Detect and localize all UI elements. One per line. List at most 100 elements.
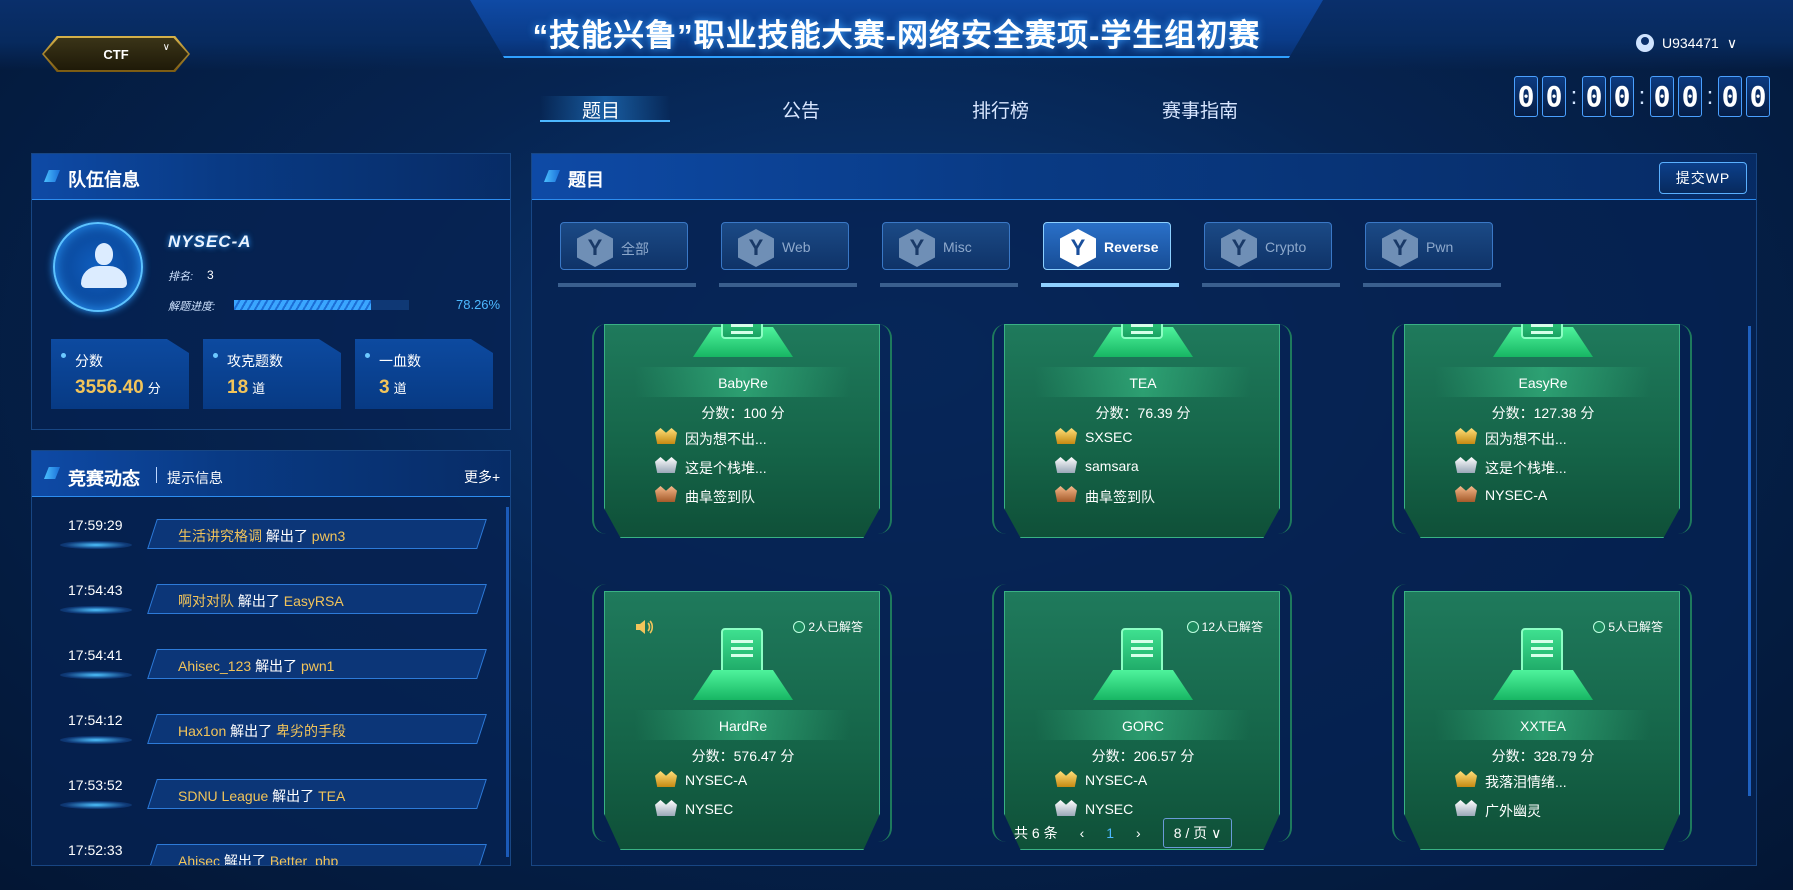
feed-time: 17:53:52	[68, 777, 123, 793]
challenge-score: 分数：206.57 分	[1091, 748, 1195, 764]
category-tab-全部[interactable]: Y 全部	[560, 222, 688, 270]
ctf-selector[interactable]: CTF ∨	[42, 36, 190, 72]
username: U934471	[1662, 35, 1719, 51]
challenge-card[interactable]: HardRe 分数：576.47 分 NYSEC-A NYSEC 2人已解答	[604, 591, 880, 850]
category-tab-pwn[interactable]: Y Pwn	[1365, 222, 1493, 270]
feed-challenge: TEA	[318, 788, 346, 804]
feed-text: SDNU League 解出了 TEA	[178, 786, 345, 806]
avatar-user-icon	[95, 243, 113, 265]
feed-text: Ahisec_123 解出了 pwn1	[178, 656, 334, 676]
challenge-name: GORC	[1122, 718, 1164, 734]
team-panel-header: 队伍信息	[32, 154, 510, 200]
stat-value: 18 道	[227, 377, 266, 398]
feed-verb: 解出了	[237, 593, 280, 609]
challenge-card[interactable]: TEA 分数：76.39 分 SXSEC samsara 曲阜签到队	[1004, 324, 1280, 538]
challenge-scrollbar[interactable]	[1748, 326, 1751, 796]
feed-item: 17:53:52 SDNU League 解出了 TEA	[32, 773, 510, 835]
feed-verb: 解出了	[223, 853, 266, 866]
team-panel-title: 队伍信息	[68, 170, 140, 190]
solver-row: 这是个栈堆...	[655, 457, 767, 478]
challenge-card[interactable]: XXTEA 分数：328.79 分我落泪情绪... 广外幽灵 5人已解答	[1404, 591, 1680, 850]
category-tab-label: Reverse	[1104, 239, 1159, 255]
feed-panel-header: 竞赛动态 提示信息 更多+	[32, 451, 510, 497]
silver-crown-icon	[1455, 457, 1477, 473]
tab-guide[interactable]: 赛事指南	[1162, 96, 1238, 123]
panel-header-icon	[44, 170, 60, 182]
challenge-card[interactable]: EasyRe 分数：127.38 分因为想不出... 这是个栈堆... NYSEC-A	[1404, 324, 1680, 538]
category-tab-underline	[880, 283, 1018, 287]
main-nav: 题目 公告 排行榜 赛事指南	[530, 96, 1270, 124]
challenge-name: TEA	[1129, 375, 1157, 391]
pagination-page-1[interactable]: 1	[1106, 825, 1114, 841]
chevron-down-icon: ∨	[1726, 34, 1738, 51]
feed-challenge: pwn1	[300, 658, 335, 674]
pedestal-icon	[1493, 670, 1593, 700]
stat-label: 一血数	[379, 353, 421, 369]
gold-crown-icon	[1055, 428, 1077, 444]
tab-announcements[interactable]: 公告	[782, 96, 820, 123]
pagination-next-button[interactable]: ›	[1136, 825, 1141, 841]
document-icon	[1521, 324, 1563, 339]
solved-icon	[793, 621, 806, 633]
user-menu[interactable]: U934471 ∨	[1636, 34, 1737, 52]
feed-team: Hax1on	[178, 723, 227, 739]
feed-verb: 解出了	[265, 528, 308, 544]
stat-label: 攻克题数	[227, 353, 283, 369]
team-name: NYSEC-A	[168, 232, 252, 251]
feed-text: Hax1on 解出了 卑劣的手段	[178, 721, 346, 741]
countdown-timer: 0 0 : 0 0 : 0 0 : 0 0	[1514, 76, 1770, 117]
feed-verb: 解出了	[272, 788, 315, 804]
stat-label: 分数	[75, 353, 103, 369]
feed-scrollbar[interactable]	[506, 507, 509, 857]
tab-leaderboard[interactable]: 排行榜	[972, 96, 1029, 123]
category-tab-misc[interactable]: Y Misc	[882, 222, 1010, 270]
challenge-score: 分数：100 分	[701, 405, 785, 421]
challenge-score: 分数：576.47 分	[691, 748, 795, 764]
category-tab-label: Misc	[943, 239, 972, 255]
pedestal-icon	[1093, 670, 1193, 700]
feed-challenge: 卑劣的手段	[276, 723, 347, 739]
gold-crown-icon	[1055, 771, 1077, 787]
timer-digit: 0	[1650, 76, 1674, 117]
timer-separator: :	[1638, 82, 1646, 110]
challenge-card[interactable]: BabyRe 分数：100 分因为想不出... 这是个栈堆... 曲阜签到队	[604, 324, 880, 538]
chevron-down-icon: ∨	[162, 42, 170, 53]
solved-count-badge: 2人已解答	[793, 618, 863, 635]
solver-row: 因为想不出...	[655, 428, 767, 449]
submit-wp-button[interactable]: 提交WP	[1659, 162, 1747, 194]
silver-crown-icon	[655, 800, 677, 816]
silver-crown-icon	[655, 457, 677, 473]
y-shield-icon: Y	[1382, 229, 1418, 267]
challenge-card[interactable]: GORC 分数：206.57 分 NYSEC-A NYSEC 12人已解答	[1004, 591, 1280, 850]
feed-challenge: Better_php	[269, 853, 339, 866]
challenge-name: EasyRe	[1518, 375, 1568, 391]
page-size-select[interactable]: 8 / 页 ∨	[1162, 818, 1233, 848]
feed-item: 17:59:29 生活讲究格调 解出了 pwn3	[32, 513, 510, 575]
feed-team: Ahisec_123	[178, 658, 252, 674]
challenge-panel: 题目 提交WP Y 全部 Y Web Y Misc Y Reverse Y Crypto Y Pwn …	[531, 153, 1757, 866]
category-tab-underline	[558, 283, 696, 287]
progress-label: 解题进度:	[168, 301, 216, 313]
feed-team: SDNU League	[178, 788, 269, 804]
feed-team: 啊对对队	[178, 593, 234, 609]
feed-item: 17:54:43 啊对对队 解出了 EasyRSA	[32, 578, 510, 640]
category-tab-web[interactable]: Y Web	[721, 222, 849, 270]
silver-crown-icon	[1055, 800, 1077, 816]
feed-more-link[interactable]: 更多+	[464, 467, 500, 487]
timer-separator: :	[1706, 82, 1714, 110]
speaker-icon[interactable]	[633, 616, 655, 638]
stat-card-first-blood: 一血数 3道	[355, 339, 493, 409]
solver-row: 这是个栈堆...	[1455, 457, 1567, 478]
challenge-score: 分数：328.79 分	[1491, 748, 1595, 764]
category-tab-label: 全部	[621, 241, 649, 257]
solver-row: NYSEC-A	[1455, 486, 1547, 503]
category-tab-reverse[interactable]: Y Reverse	[1043, 222, 1171, 270]
rank-value: 3	[207, 268, 214, 282]
pagination-prev-button[interactable]: ‹	[1080, 825, 1085, 841]
timer-digit: 0	[1514, 76, 1538, 117]
category-tab-crypto[interactable]: Y Crypto	[1204, 222, 1332, 270]
feed-verb: 解出了	[255, 658, 298, 674]
timer-digit: 0	[1678, 76, 1702, 117]
feed-time: 17:54:12	[68, 712, 123, 728]
tab-challenges[interactable]: 题目	[582, 96, 620, 123]
